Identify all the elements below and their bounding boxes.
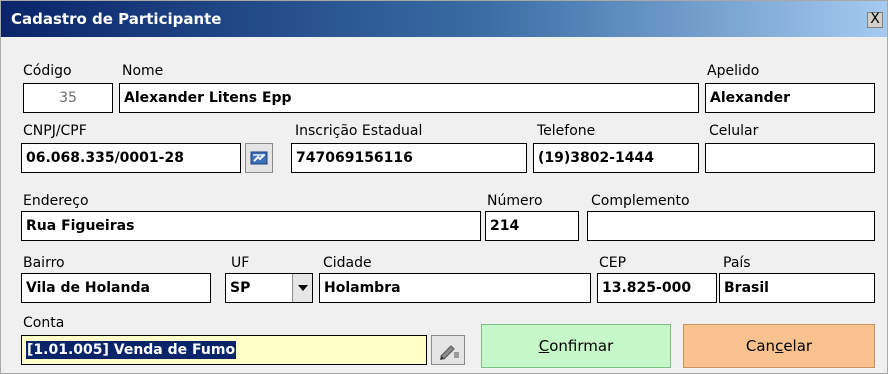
label-cidade: Cidade xyxy=(323,255,372,271)
cancel-button[interactable]: Cancelar xyxy=(683,324,875,368)
ie-field[interactable]: 747069156116 xyxy=(291,143,527,173)
conta-selected-text: [1.01.005] Venda de Fumo xyxy=(26,341,237,359)
bairro-field[interactable]: Vila de Holanda xyxy=(21,273,211,303)
label-cnpj: CNPJ/CPF xyxy=(23,123,87,139)
cidade-field[interactable]: Holambra xyxy=(319,273,591,303)
conta-field[interactable]: [1.01.005] Venda de Fumo xyxy=(21,335,427,365)
celular-field[interactable] xyxy=(705,143,875,173)
lookup-card-icon xyxy=(250,151,268,165)
numero-field[interactable]: 214 xyxy=(485,211,579,241)
apelido-field[interactable]: Alexander xyxy=(705,83,875,113)
label-uf: UF xyxy=(231,255,250,271)
label-cep: CEP xyxy=(599,255,627,271)
label-celular: Celular xyxy=(709,123,759,139)
label-telefone: Telefone xyxy=(537,123,596,139)
window-title: Cadastro de Participante xyxy=(11,10,222,28)
nome-field[interactable]: Alexander Litens Epp xyxy=(119,83,699,113)
label-ie: Inscrição Estadual xyxy=(295,123,423,139)
complemento-field[interactable] xyxy=(587,211,875,241)
dialog-window: Cadastro de Participante X Código 35 Nom… xyxy=(0,0,888,374)
confirm-label: Confirmar xyxy=(538,337,614,355)
endereco-field[interactable]: Rua Figueiras xyxy=(21,211,481,241)
cancel-label: Cancelar xyxy=(745,337,813,355)
conta-edit-button[interactable] xyxy=(431,335,465,365)
confirm-button[interactable]: Confirmar xyxy=(481,324,671,368)
title-bar: Cadastro de Participante X xyxy=(1,1,887,37)
uf-select[interactable]: SP xyxy=(225,273,313,303)
label-nome: Nome xyxy=(122,63,164,79)
telefone-field[interactable]: (19)3802-1444 xyxy=(533,143,699,173)
label-complemento: Complemento xyxy=(591,193,690,209)
label-bairro: Bairro xyxy=(23,255,65,271)
chevron-down-icon[interactable] xyxy=(292,274,312,302)
codigo-field[interactable]: 35 xyxy=(23,83,113,113)
close-icon: X xyxy=(870,11,880,27)
label-conta: Conta xyxy=(23,315,65,331)
cnpj-field[interactable]: 06.068.335/0001-28 xyxy=(21,143,241,173)
edit-pencil-icon xyxy=(440,345,459,360)
pais-field[interactable]: Brasil xyxy=(719,273,875,303)
label-endereco: Endereço xyxy=(23,193,89,209)
uf-value: SP xyxy=(230,280,251,296)
close-button[interactable]: X xyxy=(867,12,883,28)
cep-field[interactable]: 13.825-000 xyxy=(597,273,717,303)
cnpj-lookup-button[interactable] xyxy=(245,143,273,173)
label-apelido: Apelido xyxy=(707,63,760,79)
label-codigo: Código xyxy=(23,63,72,79)
label-pais: País xyxy=(723,255,751,271)
label-numero: Número xyxy=(487,193,543,209)
